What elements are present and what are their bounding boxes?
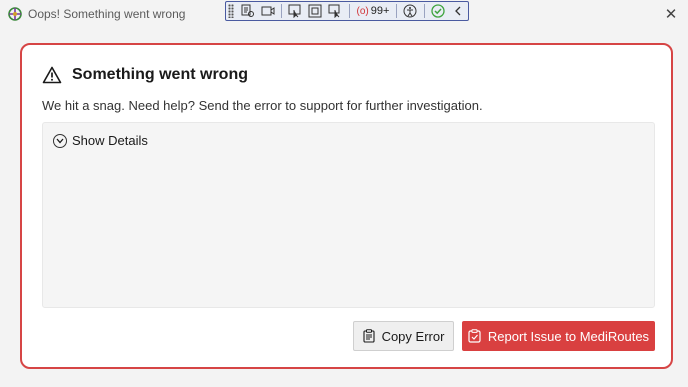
copy-error-label: Copy Error [381, 328, 445, 344]
error-dialog: Something went wrong We hit a snag. Need… [20, 43, 673, 369]
accessibility-icon[interactable] [400, 2, 420, 20]
binding-failures-counter[interactable]: (o) 99+ [353, 5, 394, 17]
chevron-down-icon [53, 133, 67, 148]
report-clipboard-icon [468, 329, 481, 343]
report-issue-label: Report Issue to MediRoutes [487, 328, 650, 344]
toolbar-separator [348, 4, 350, 18]
track-focus-icon[interactable] [325, 2, 345, 20]
close-button[interactable]: ✕ [660, 4, 682, 24]
window-title: Oops! Something went wrong [28, 7, 186, 21]
binding-failures-count: 99+ [370, 5, 390, 17]
binding-failure-icon: (o) [356, 5, 369, 17]
error-message: We hit a snag. Need help? Send the error… [42, 98, 483, 113]
xaml-devtools-toolbar: (o) 99+ [225, 1, 469, 21]
checkmark-ok-icon[interactable] [428, 2, 448, 20]
live-visual-tree-icon[interactable] [238, 2, 258, 20]
title-bar: Oops! Something went wrong (o) 99+ ✕ [0, 0, 688, 30]
chevron-left-icon[interactable] [448, 2, 468, 20]
record-icon[interactable] [258, 2, 278, 20]
toolbar-separator [280, 4, 282, 18]
details-panel: Show Details [42, 122, 655, 308]
show-details-toggle[interactable]: Show Details [53, 133, 148, 148]
display-layout-adorners-icon[interactable] [305, 2, 325, 20]
select-element-icon[interactable] [285, 2, 305, 20]
error-window: Oops! Something went wrong (o) 99+ ✕ Som… [0, 0, 688, 387]
show-details-label: Show Details [72, 133, 148, 148]
clipboard-icon [363, 329, 375, 343]
report-issue-button[interactable]: Report Issue to MediRoutes [462, 321, 655, 351]
dialog-title: Something went wrong [72, 66, 248, 83]
dialog-heading: Something went wrong [42, 66, 248, 84]
copy-error-button[interactable]: Copy Error [353, 321, 454, 351]
toolbar-grip-handle[interactable] [228, 4, 234, 18]
toolbar-separator [396, 4, 398, 18]
warning-icon [42, 66, 62, 84]
app-logo-icon [8, 7, 22, 21]
toolbar-separator [423, 4, 425, 18]
